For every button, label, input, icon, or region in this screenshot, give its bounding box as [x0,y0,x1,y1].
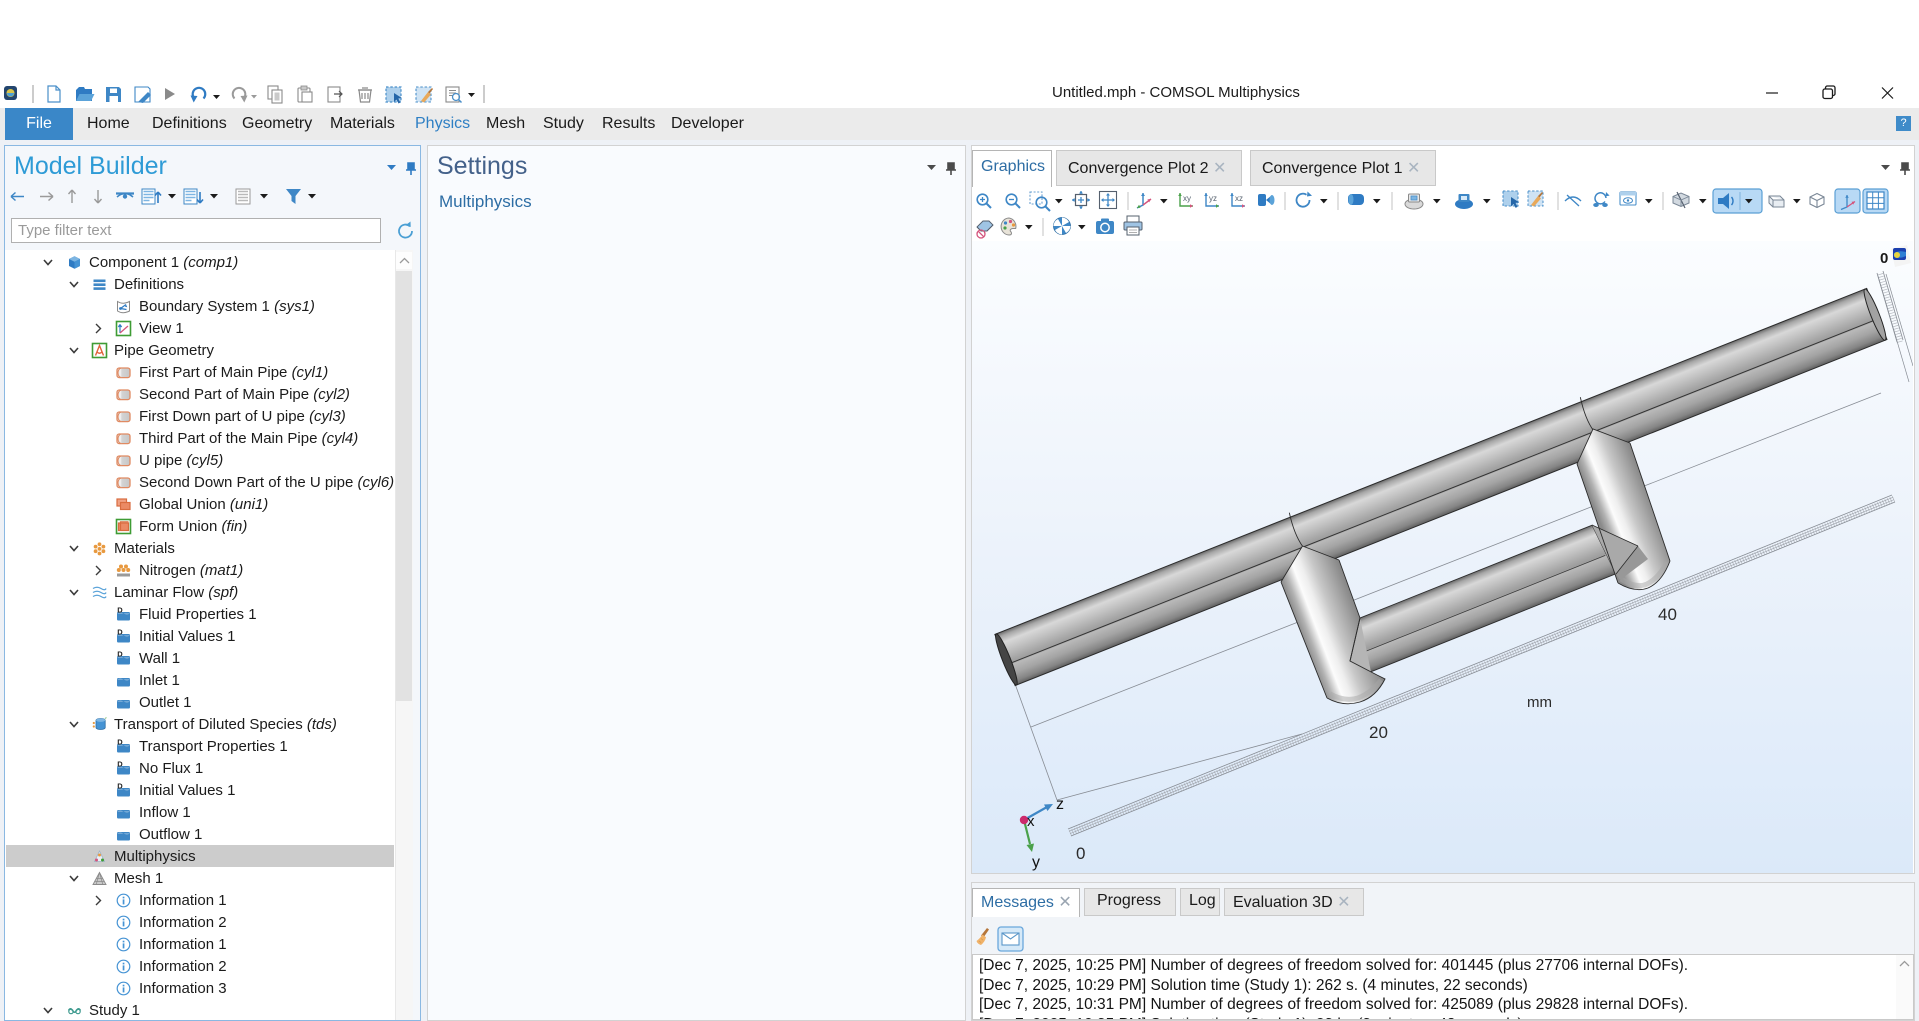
svg-text:z: z [1056,796,1064,813]
svg-text:0: 0 [1076,844,1085,863]
svg-text:y: y [1032,854,1040,871]
svg-text:x: x [1027,813,1035,830]
svg-text:xy: xy [1183,194,1191,203]
svg-text:0: 0 [1880,250,1888,267]
svg-text:40: 40 [1658,605,1677,624]
svg-text:yz: yz [1209,194,1217,203]
svg-text:mm: mm [1527,694,1552,711]
svg-text:20: 20 [1369,723,1388,742]
svg-text:xz: xz [1235,194,1243,203]
